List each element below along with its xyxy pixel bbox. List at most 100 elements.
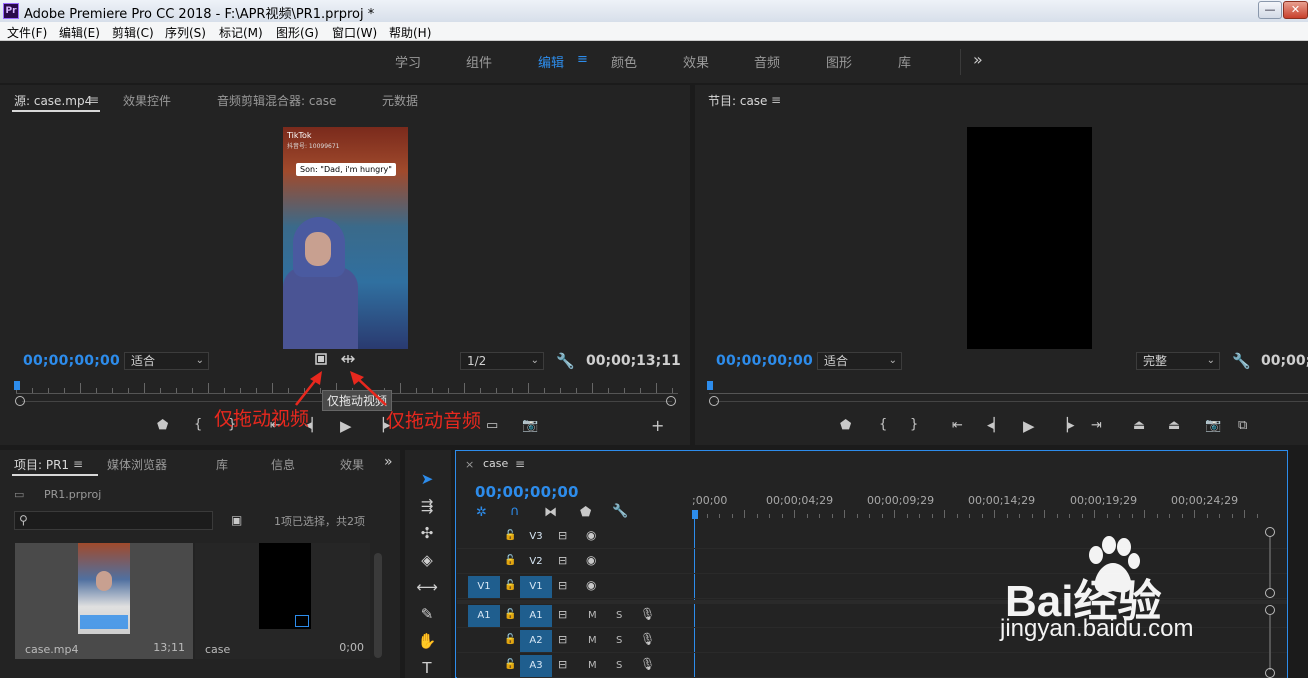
track-row-v1[interactable] [457,575,1287,599]
panel-menu-icon[interactable]: ≡ [771,93,781,107]
menu-window[interactable]: 窗口(W) [332,24,377,41]
menu-graphics[interactable]: 图形(G) [276,24,319,41]
timeline-settings-icon[interactable]: 🔧 [612,504,628,519]
workspace-overflow-icon[interactable]: » [973,50,983,69]
workspace-menu-icon[interactable]: ≡ [577,52,588,67]
button-editor-add-icon[interactable]: + [651,416,664,435]
panel-overflow-icon[interactable]: » [384,454,393,470]
tab-source[interactable]: 源: case.mp4 [14,92,92,109]
program-zoom-bar[interactable] [716,401,1308,402]
hand-tool-icon[interactable]: ✋ [415,632,439,650]
menu-file[interactable]: 文件(F) [7,24,47,41]
slip-tool-icon[interactable]: ⟷ [415,578,439,596]
lock-icon[interactable]: 🔓 [504,609,516,620]
tab-program[interactable]: 节目: case [708,92,767,109]
mark-out-icon[interactable]: } [910,417,918,432]
mute-button[interactable]: M [588,660,597,671]
mute-button[interactable]: M [588,610,597,621]
workspace-tab-audio[interactable]: 音频 [754,52,780,71]
solo-button[interactable]: S [616,610,622,621]
source-fit-dropdown[interactable]: 适合 ⌄ [124,352,209,370]
menu-clip[interactable]: 剪辑(C) [112,24,154,41]
pen-tool-icon[interactable]: ✎ [415,605,439,623]
export-frame-icon[interactable]: 📷 [1205,418,1221,433]
add-marker-icon[interactable]: ⬟ [157,418,168,433]
eye-icon[interactable]: ◉ [586,553,596,567]
video-scroll-handle-bottom[interactable] [1265,588,1275,598]
source-timecode[interactable]: 00;00;00;00 [23,353,120,369]
tab-audio-clip-mixer[interactable]: 音频剪辑混合器: case [217,92,336,109]
workspace-tab-assembly[interactable]: 组件 [466,52,492,71]
workspace-tab-color[interactable]: 颜色 [611,52,637,71]
tab-effects[interactable]: 效果 [340,456,364,473]
sync-lock-icon[interactable]: ⊟ [558,554,567,567]
play-icon[interactable]: ▶ [340,417,352,435]
microphone-icon[interactable]: 🎙 [640,657,655,671]
timeline-playhead[interactable] [692,510,698,519]
wrench-icon[interactable]: 🔧 [556,352,575,370]
program-fit-dropdown[interactable]: 适合 ⌄ [817,352,902,370]
type-tool-icon[interactable]: T [415,659,439,677]
mark-in-icon[interactable]: { [879,417,887,432]
go-to-in-icon[interactable]: ⇤ [952,418,963,433]
video-scroll-handle-top[interactable] [1265,527,1275,537]
solo-button[interactable]: S [616,635,622,646]
track-target-a2[interactable]: A2 [520,630,552,652]
project-item-case-mp4[interactable]: case.mp4 13;11 [15,543,193,659]
step-back-icon[interactable]: ◂▏ [987,418,1004,433]
workspace-tab-graphics[interactable]: 图形 [826,52,852,71]
zoom-handle-left[interactable] [709,396,719,406]
close-button[interactable]: ✕ [1283,1,1308,19]
tab-media-browser[interactable]: 媒体浏览器 [107,456,167,473]
project-item-case-sequence[interactable]: case 0;00 [195,543,370,659]
add-marker-icon[interactable]: ⬟ [580,505,591,520]
workspace-tab-editing[interactable]: 编辑 [538,52,564,71]
snap-icon[interactable]: ∩ [510,504,520,519]
extract-icon[interactable]: ⏏ [1168,418,1180,433]
source-patch-v1[interactable]: V1 [468,576,500,598]
audio-vertical-scrollbar[interactable] [1269,615,1271,670]
panel-menu-icon[interactable]: ≡ [515,457,525,471]
quality-dropdown[interactable]: 完整 ⌄ [1136,352,1220,370]
lock-icon[interactable]: 🔓 [504,659,516,670]
lock-icon[interactable]: 🔓 [504,530,516,541]
workspace-tab-learn[interactable]: 学习 [395,52,421,71]
lift-icon[interactable]: ⏏ [1133,418,1145,433]
program-time-ruler[interactable] [709,393,1308,394]
minimize-button[interactable]: — [1258,1,1282,19]
track-target-v2[interactable]: V2 [520,551,552,573]
program-playhead[interactable] [707,381,713,390]
microphone-icon[interactable]: 🎙 [640,632,655,646]
timeline-timecode[interactable]: 00;00;00;00 [475,483,579,501]
source-playhead[interactable] [14,381,20,390]
track-row-a3[interactable] [457,654,1287,678]
sync-lock-icon[interactable]: ⊟ [558,608,567,621]
zoom-handle-left[interactable] [15,396,25,406]
workspace-tab-effects[interactable]: 效果 [683,52,709,71]
panel-menu-icon[interactable]: ≡ [89,93,99,107]
audio-scroll-handle-bottom[interactable] [1265,668,1275,678]
wrench-icon[interactable]: 🔧 [1232,352,1251,370]
microphone-icon[interactable]: 🎙 [640,607,655,621]
track-target-v3[interactable]: V3 [520,526,552,548]
track-select-tool-icon[interactable]: ⇶ [415,497,439,515]
play-icon[interactable]: ▶ [1023,417,1035,435]
add-marker-icon[interactable]: ⬟ [840,418,851,433]
eye-icon[interactable]: ◉ [586,528,596,542]
close-tab-icon[interactable]: × [465,458,474,471]
solo-button[interactable]: S [616,660,622,671]
export-frame-icon[interactable]: 📷 [522,418,538,433]
resolution-dropdown[interactable]: 1/2 ⌄ [460,352,544,370]
menu-edit[interactable]: 编辑(E) [59,24,100,41]
eye-icon[interactable]: ◉ [586,578,596,592]
sync-lock-icon[interactable]: ⊟ [558,633,567,646]
panel-menu-icon[interactable]: ≡ [73,457,83,471]
tab-effect-controls[interactable]: 效果控件 [123,92,171,109]
track-row-v3[interactable] [457,525,1287,549]
sync-lock-icon[interactable]: ⊟ [558,579,567,592]
linked-selection-icon[interactable]: ⧓ [544,505,557,520]
track-target-a3[interactable]: A3 [520,655,552,677]
menu-help[interactable]: 帮助(H) [389,24,431,41]
nest-icon[interactable]: ✲ [476,505,487,520]
ripple-edit-tool-icon[interactable]: ✣ [415,524,439,542]
